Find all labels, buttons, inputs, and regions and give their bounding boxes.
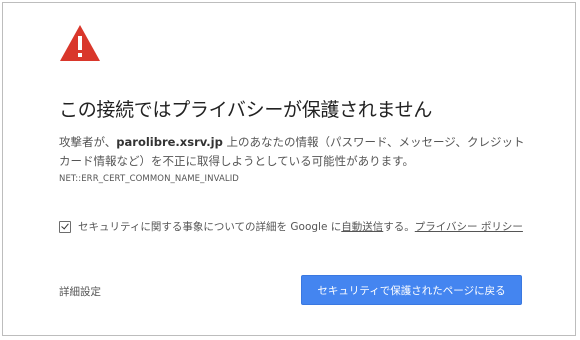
host-name: parolibre.xsrv.jp [116, 135, 223, 149]
interstitial-page: この接続ではプライバシーが保護されません 攻撃者が、parolibre.xsrv… [2, 2, 576, 336]
description-prefix: 攻撃者が、 [59, 135, 117, 149]
back-to-safety-button[interactable]: セキュリティで保護されたページに戻る [301, 275, 522, 305]
privacy-policy-link[interactable]: プライバシー ポリシー [415, 219, 523, 234]
opt-in-checkbox[interactable] [59, 220, 71, 233]
error-description: 攻撃者が、parolibre.xsrv.jp 上のあなたの情報（パスワード、メッ… [59, 133, 529, 171]
auto-send-link[interactable]: 自動送信 [341, 219, 383, 234]
opt-in-text-after: する。 [383, 221, 415, 233]
extended-reporting-opt-in: セキュリティに関する事象についての詳細を Google に 自動送信 する。 プ… [59, 219, 523, 234]
warning-triangle-icon [60, 25, 100, 61]
advanced-button[interactable]: 詳細設定 [59, 284, 101, 299]
page-title: この接続ではプライバシーが保護されません [59, 99, 433, 121]
opt-in-text: セキュリティに関する事象についての詳細を Google に [78, 221, 342, 233]
error-code[interactable]: NET::ERR_CERT_COMMON_NAME_INVALID [59, 174, 239, 184]
